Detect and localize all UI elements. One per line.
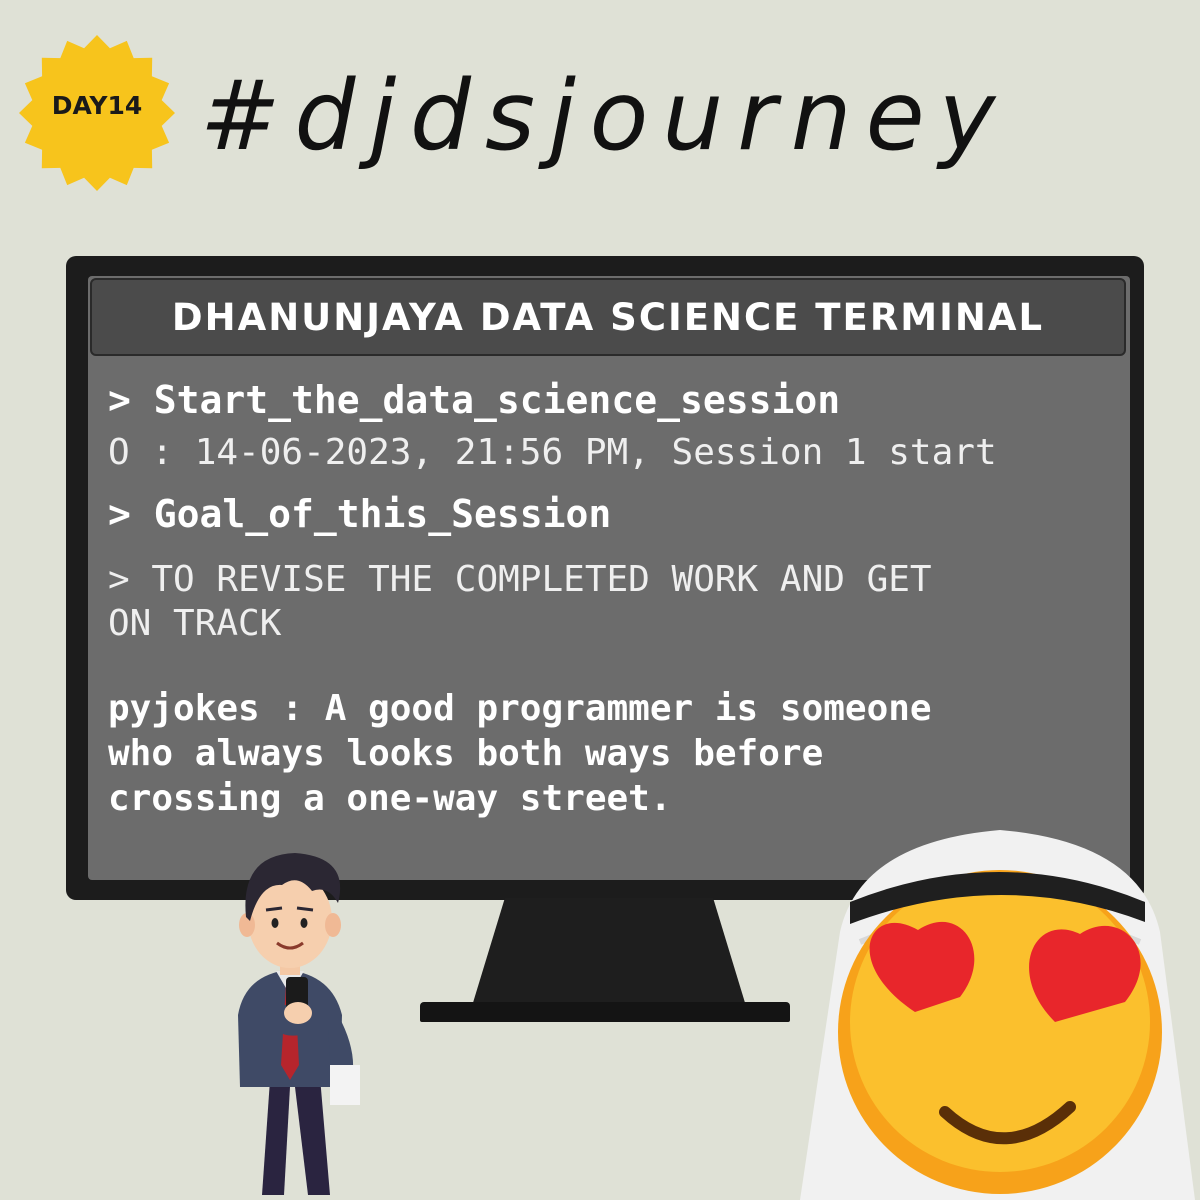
man-with-phone-illustration (238, 853, 360, 1195)
hashtag-title: #djdsjourney (200, 60, 1010, 172)
joke-line: who always looks both ways before (108, 733, 824, 774)
terminal-title-bar: DHANUNJAYA DATA SCIENCE TERMINAL (90, 278, 1126, 356)
badge-label: DAY14 (51, 90, 143, 120)
joke-line: crossing a one-way street. (108, 778, 672, 819)
monitor-stand-base (420, 1002, 790, 1022)
session-output: O : 14-06-2023, 21:56 PM, Session 1 star… (108, 432, 997, 473)
terminal-screen: DHANUNJAYA DATA SCIENCE TERMINAL > Start… (88, 276, 1130, 880)
terminal-title: DHANUNJAYA DATA SCIENCE TERMINAL (171, 295, 1045, 339)
command-start-session: > Start_the_data_science_session (108, 378, 841, 422)
pyjoke-text: pyjokes : A good programmer is someone w… (108, 686, 1118, 821)
joke-line: pyjokes : A good programmer is someone (108, 688, 932, 729)
goal-line: > TO REVISE THE COMPLETED WORK AND GET (108, 559, 932, 600)
command-goal: > Goal_of_this_Session (108, 492, 612, 536)
day-badge: DAY14 (18, 34, 176, 192)
goal-text: > TO REVISE THE COMPLETED WORK AND GET O… (108, 558, 1118, 646)
monitor-stand (472, 898, 746, 1006)
goal-line: ON TRACK (108, 603, 282, 644)
heart-eyes-emoji-icon (800, 830, 1195, 1200)
